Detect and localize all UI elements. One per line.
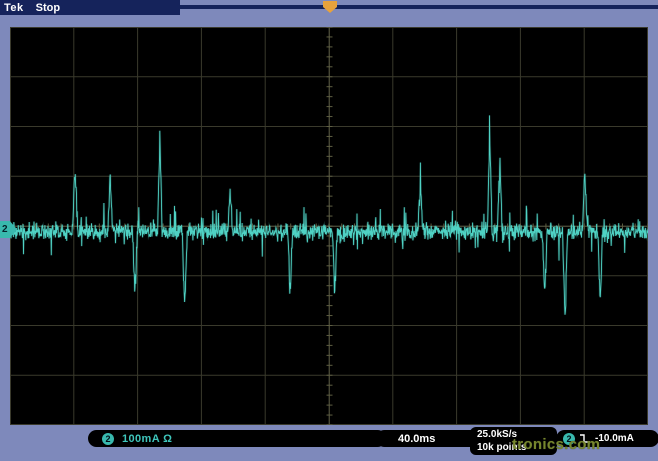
trigger-position-marker-icon[interactable] xyxy=(323,1,337,13)
top-bar: Tek Stop xyxy=(0,0,180,15)
waveform-screen xyxy=(10,27,648,425)
watermark: tronics.com xyxy=(512,436,600,453)
acquisition-status[interactable]: Stop xyxy=(36,2,60,14)
oscilloscope-display: Tek Stop 2 2 100mA Ω 40.0ms 25.0kS/s 10k… xyxy=(0,0,658,461)
channel2-badge: 2 xyxy=(102,433,114,445)
channel2-ground-marker-label: 2 xyxy=(2,224,8,235)
graticule-and-trace xyxy=(10,27,648,425)
ch2-scale-readout[interactable]: 2 100mA Ω xyxy=(88,430,386,447)
top-divider-line xyxy=(176,5,658,9)
timebase-value: 40.0ms xyxy=(398,433,435,445)
tek-logo: Tek xyxy=(4,2,24,14)
trigger-level-value: -10.0mA xyxy=(595,433,634,444)
ch2-scale-value: 100mA Ω xyxy=(122,433,172,445)
